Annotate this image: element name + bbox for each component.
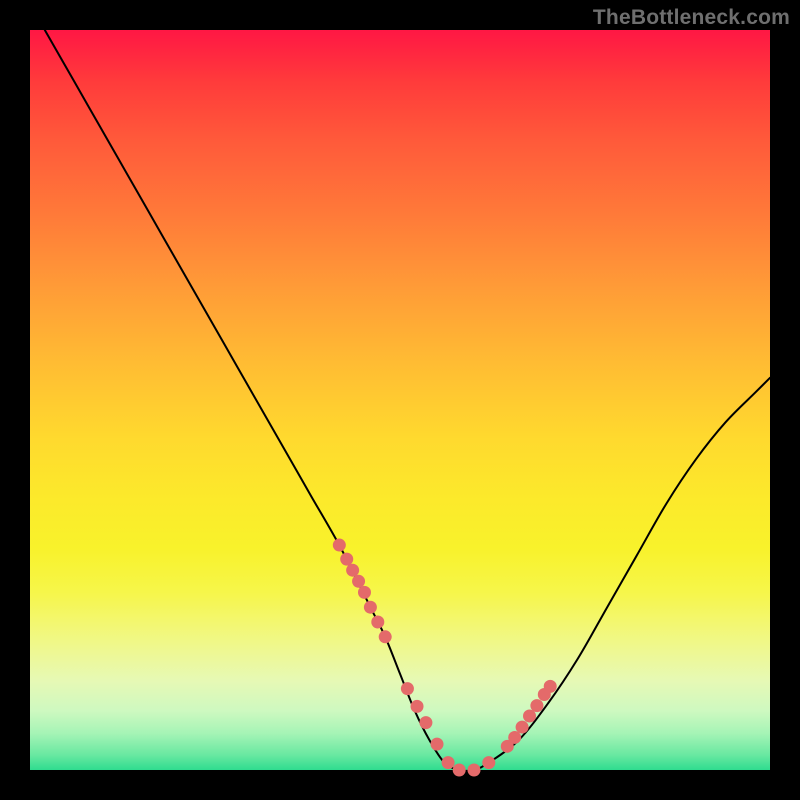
- highlight-dot: [419, 716, 432, 729]
- highlight-dot: [346, 564, 359, 577]
- highlight-dot: [516, 721, 529, 734]
- chart-stage: TheBottleneck.com: [0, 0, 800, 800]
- highlight-dot: [544, 680, 557, 693]
- highlight-dot: [431, 738, 444, 751]
- highlight-dot: [401, 682, 414, 695]
- bottleneck-curve: [45, 30, 770, 771]
- watermark-text: TheBottleneck.com: [593, 6, 790, 30]
- highlight-dot: [442, 756, 455, 769]
- highlight-dot: [333, 539, 346, 552]
- highlight-dot: [364, 601, 377, 614]
- highlight-dot: [371, 616, 384, 629]
- highlight-dots-group: [333, 539, 557, 777]
- highlight-dot: [352, 575, 365, 588]
- highlight-dot: [453, 764, 466, 777]
- highlight-dot: [340, 553, 353, 566]
- highlight-dot: [482, 756, 495, 769]
- plot-area: [30, 30, 770, 770]
- highlight-dot: [530, 699, 543, 712]
- highlight-dot: [358, 586, 371, 599]
- highlight-dot: [468, 764, 481, 777]
- curve-layer: [30, 30, 770, 770]
- highlight-dot: [379, 630, 392, 643]
- highlight-dot: [411, 700, 424, 713]
